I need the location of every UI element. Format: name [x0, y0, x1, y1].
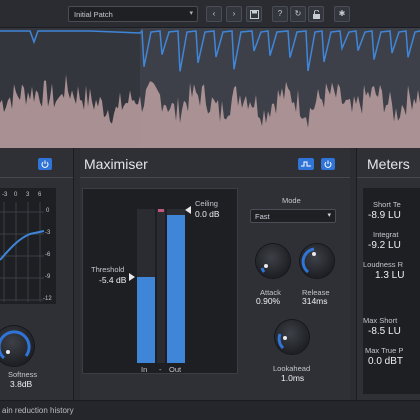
mode-value: Fast: [255, 212, 270, 221]
transfer-curve: [0, 202, 45, 302]
in-meter-fill: [137, 276, 155, 363]
history-graph: [0, 28, 420, 148]
meters-header: Meters: [357, 148, 420, 178]
status-bar: ain reduction history: [0, 400, 420, 420]
ceiling-handle[interactable]: [185, 206, 191, 214]
softness-value: 3.8dB: [10, 379, 33, 389]
compressor-header: [0, 148, 73, 178]
short-term-value: -8.9 LU: [368, 210, 401, 221]
refresh-icon: ↻: [294, 9, 302, 18]
toolbar: Initial Patch ▾ ‹ › ? ↻ ✱: [0, 0, 420, 28]
power-icon: [324, 160, 332, 168]
loudness-readouts: Short Te -8.9 LU Integrat -9.2 LU Loudne…: [363, 188, 420, 394]
gr-label: -: [159, 365, 162, 374]
mode-select[interactable]: Fast ▾: [250, 209, 336, 223]
help-button[interactable]: ?: [272, 6, 288, 22]
grid-top-label: -3: [2, 192, 8, 198]
maximiser-power-button[interactable]: [321, 158, 335, 170]
grid-right-label: 0: [46, 208, 50, 214]
softness-knob[interactable]: [0, 326, 34, 366]
meters-panel: Meters Short Te -8.9 LU Integrat -9.2 LU…: [356, 148, 420, 400]
lookahead-value: 1.0ms: [281, 373, 305, 383]
link-button[interactable]: [298, 158, 314, 170]
release-knob-arc: [301, 247, 316, 274]
grid-top-label: 3: [26, 192, 30, 198]
settings-button[interactable]: ✱: [334, 6, 350, 22]
loudness-range-label: Loudness R: [363, 260, 404, 269]
in-meter: [137, 209, 155, 363]
chevron-down-icon: ▾: [189, 10, 193, 17]
preset-selector[interactable]: Initial Patch ▾: [68, 6, 198, 22]
waveform-link-icon: [301, 161, 311, 167]
preset-name: Initial Patch: [74, 10, 113, 19]
maximiser-panel: Maximiser Ceiling 0.0 dB Threshold -5.4 …: [80, 148, 350, 400]
threshold-value: -5.4 dB: [99, 275, 127, 285]
release-value: 314ms: [302, 296, 328, 306]
previous-preset-button[interactable]: ‹: [206, 6, 222, 22]
maximiser-title: Maximiser: [84, 156, 148, 172]
grid-top-label: 0: [14, 192, 18, 198]
grid-right-label: -6: [45, 252, 51, 258]
attack-knob-arc: [260, 264, 268, 273]
gain-reduction-history: [0, 28, 420, 148]
attack-knob[interactable]: [256, 244, 290, 278]
compressor-panel: -3 0 3 6 0 -3 -6 -9 -12 Softness 3.8dB: [0, 148, 74, 400]
gain-reduction-meter: [157, 209, 165, 363]
power-icon: [41, 160, 49, 168]
loudness-range-value: 1.3 LU: [375, 270, 405, 281]
meters-title: Meters: [367, 156, 410, 172]
integrated-value: -9.2 LU: [368, 240, 401, 251]
ceiling-label: Ceiling: [195, 199, 218, 208]
transfer-curve-graph: -3 0 3 6 0 -3 -6 -9 -12: [0, 188, 56, 304]
chevron-right-icon: ›: [232, 9, 236, 18]
grid-right-label: -3: [45, 230, 51, 236]
lookahead-knob-arc: [277, 333, 287, 350]
save-icon: [249, 10, 259, 19]
chevron-down-icon: ▾: [327, 212, 331, 219]
threshold-label: Threshold: [91, 265, 125, 274]
lookahead-knob[interactable]: [275, 320, 309, 354]
gr-peak-indicator: [158, 209, 164, 212]
lookahead-label: Lookahead: [273, 364, 311, 373]
max-short-value: -8.5 LU: [368, 326, 401, 337]
out-label: Out: [169, 365, 182, 374]
unlock-button[interactable]: [308, 6, 324, 22]
short-term-label: Short Te: [373, 200, 401, 209]
grid-right-label: -9: [45, 274, 51, 280]
refresh-button[interactable]: ↻: [290, 6, 306, 22]
save-button[interactable]: [246, 6, 262, 22]
attack-value: 0.90%: [256, 296, 281, 306]
grid-top-label: 6: [38, 192, 42, 198]
maximiser-header: Maximiser: [80, 148, 350, 178]
release-knob[interactable]: [300, 244, 334, 278]
gear-icon: ✱: [338, 9, 346, 18]
in-label: In: [141, 365, 148, 374]
chevron-left-icon: ‹: [212, 9, 216, 18]
threshold-handle[interactable]: [129, 273, 135, 281]
next-preset-button[interactable]: ›: [226, 6, 242, 22]
mode-label: Mode: [282, 196, 301, 205]
max-short-label: Max Short: [363, 316, 398, 325]
out-meter: [167, 209, 185, 363]
unlock-icon: [312, 10, 320, 19]
meter-display: Ceiling 0.0 dB Threshold -5.4 dB In - Ou…: [82, 188, 238, 374]
ceiling-value: 0.0 dB: [195, 209, 220, 219]
max-true-peak-label: Max True P: [365, 346, 404, 355]
compressor-power-button[interactable]: [38, 158, 52, 170]
max-true-peak-value: 0.0 dBT: [368, 356, 404, 367]
softness-knob-arc: [0, 330, 31, 360]
question-icon: ?: [277, 9, 283, 18]
out-meter-fill: [167, 215, 185, 363]
integrated-label: Integrat: [373, 230, 399, 239]
grid-right-label: -12: [43, 296, 52, 302]
history-label: ain reduction history: [2, 406, 74, 415]
softness-label: Softness: [8, 370, 38, 379]
